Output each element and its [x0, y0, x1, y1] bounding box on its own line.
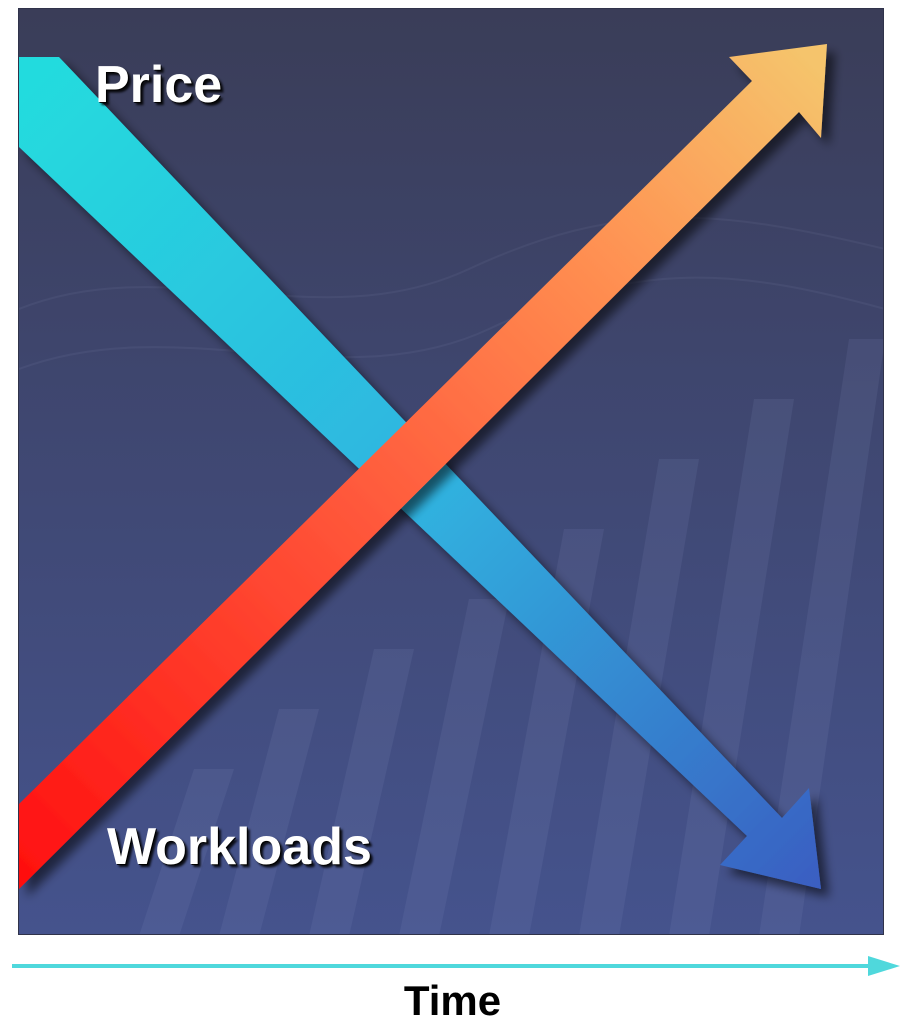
workloads-label: Workloads — [107, 818, 372, 876]
time-axis-label: Time — [403, 977, 502, 1022]
diagram-canvas — [19, 9, 883, 934]
price-label: Price — [95, 56, 223, 114]
diagram-panel: Price Workloads — [18, 8, 884, 935]
right-arrow-icon — [12, 956, 900, 976]
